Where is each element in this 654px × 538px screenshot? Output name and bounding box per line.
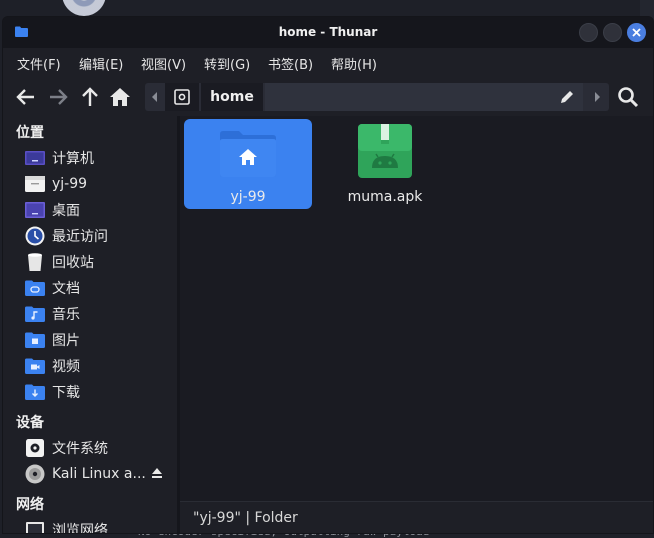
arrow-up-icon <box>82 87 98 106</box>
status-text: "yj-99" | Folder <box>193 510 298 526</box>
minimize-button[interactable] <box>579 23 598 42</box>
sidebar-item-computer[interactable]: 计算机 <box>25 146 175 170</box>
file-name: yj-99 <box>230 189 266 205</box>
sidebar-item-kali-disc[interactable]: Kali Linux a... <box>25 462 175 486</box>
sidebar-item-label: 文档 <box>52 281 80 297</box>
home-icon <box>110 88 130 106</box>
menu-view[interactable]: 视图(V) <box>141 54 186 73</box>
file-name: muma.apk <box>347 189 423 205</box>
sidebar-item-label: 最近访问 <box>52 229 108 245</box>
desktop-disc-icon <box>62 0 106 16</box>
back-button[interactable] <box>13 84 39 110</box>
sidebar-item-label: 回收站 <box>52 255 94 271</box>
sidebar-item-label: Kali Linux a... <box>52 466 146 482</box>
sidebar-item-label: 图片 <box>52 333 80 349</box>
title-bar[interactable]: home - Thunar <box>3 17 653 48</box>
chevron-left-icon <box>152 92 157 102</box>
menu-file[interactable]: 文件(F) <box>17 54 61 73</box>
network-icon <box>25 520 45 533</box>
path-home-button[interactable]: home <box>201 83 263 111</box>
android-apk-icon <box>358 124 412 178</box>
optical-disc-icon <box>25 464 45 484</box>
sidebar-section-places: 位置 <box>16 125 44 141</box>
path-scroll-left[interactable] <box>147 83 163 111</box>
sidebar-item-downloads[interactable]: 下载 <box>25 380 175 404</box>
close-icon <box>632 28 641 37</box>
file-manager-window: home - Thunar 文件(F) 编辑(E) 视图(V) 转到(G) 书签… <box>2 16 654 534</box>
search-icon <box>618 87 639 108</box>
forward-button[interactable] <box>45 84 71 110</box>
sidebar-item-label: 计算机 <box>52 151 94 167</box>
sidebar-section-network: 网络 <box>16 497 44 513</box>
sidebar-item-label: 视频 <box>52 359 80 375</box>
sidebar-item-browse-network[interactable]: 浏览网络 <box>25 518 175 533</box>
pencil-icon[interactable] <box>559 89 575 105</box>
home-button[interactable] <box>107 84 133 110</box>
sidebar-item-desktop[interactable]: 桌面 <box>25 198 175 222</box>
menu-go[interactable]: 转到(G) <box>204 54 250 73</box>
toolbar: home <box>3 78 653 116</box>
maximize-button[interactable] <box>603 23 622 42</box>
sidebar-item-label: 下载 <box>52 385 80 401</box>
sidebar-item-pictures[interactable]: 图片 <box>25 328 175 352</box>
arrow-left-icon <box>16 89 34 105</box>
home-folder-icon <box>25 174 45 194</box>
computer-icon <box>25 148 45 168</box>
sidebar-item-label: 文件系统 <box>52 441 108 457</box>
desktop-icon <box>25 200 45 220</box>
menu-bookmarks[interactable]: 书签(B) <box>268 54 313 73</box>
sidebar-item-documents[interactable]: 文档 <box>25 276 175 300</box>
sidebar-item-videos[interactable]: 视频 <box>25 354 175 378</box>
recent-icon <box>25 226 45 246</box>
videos-folder-icon <box>25 356 45 376</box>
sidebar-item-yj-99[interactable]: yj-99 <box>25 172 175 196</box>
sidebar: 位置 计算机 yj-99 桌面 最近访问 回收站 文档 音乐 图片 视频 下载 … <box>3 116 177 533</box>
close-button[interactable] <box>627 23 646 42</box>
menu-bar: 文件(F) 编辑(E) 视图(V) 转到(G) 书签(B) 帮助(H) <box>3 48 653 78</box>
menu-help[interactable]: 帮助(H) <box>331 54 377 73</box>
sidebar-item-filesystem[interactable]: 文件系统 <box>25 436 175 460</box>
window-title: home - Thunar <box>278 25 378 39</box>
filesystem-icon <box>25 438 45 458</box>
sidebar-item-label: 浏览网络 <box>52 523 108 533</box>
trash-icon <box>25 252 45 272</box>
documents-folder-icon <box>25 278 45 298</box>
location-entry[interactable] <box>265 83 583 111</box>
downloads-folder-icon <box>25 382 45 402</box>
status-bar: "yj-99" | Folder <box>180 501 653 533</box>
file-view[interactable]: yj-99 muma.apk <box>180 116 653 501</box>
sidebar-item-recent[interactable]: 最近访问 <box>25 224 175 248</box>
sidebar-item-label: yj-99 <box>52 176 88 192</box>
up-button[interactable] <box>77 84 103 110</box>
file-item-muma-apk[interactable]: muma.apk <box>321 119 449 209</box>
path-scroll-right[interactable] <box>589 83 605 111</box>
eject-icon[interactable] <box>151 467 163 479</box>
sidebar-section-devices: 设备 <box>16 415 44 431</box>
sidebar-item-music[interactable]: 音乐 <box>25 302 175 326</box>
path-root-button[interactable] <box>165 83 199 111</box>
home-folder-icon <box>220 131 276 177</box>
chevron-right-icon <box>595 92 600 102</box>
drive-icon <box>174 89 190 105</box>
arrow-right-icon <box>50 89 68 105</box>
file-item-yj-99[interactable]: yj-99 <box>184 119 312 209</box>
menu-edit[interactable]: 编辑(E) <box>79 54 123 73</box>
path-bar: home <box>145 83 609 111</box>
sidebar-item-trash[interactable]: 回收站 <box>25 250 175 274</box>
music-folder-icon <box>25 304 45 324</box>
search-button[interactable] <box>615 84 641 110</box>
sidebar-item-label: 桌面 <box>52 203 80 219</box>
sidebar-item-label: 音乐 <box>52 307 80 323</box>
pictures-folder-icon <box>25 330 45 350</box>
